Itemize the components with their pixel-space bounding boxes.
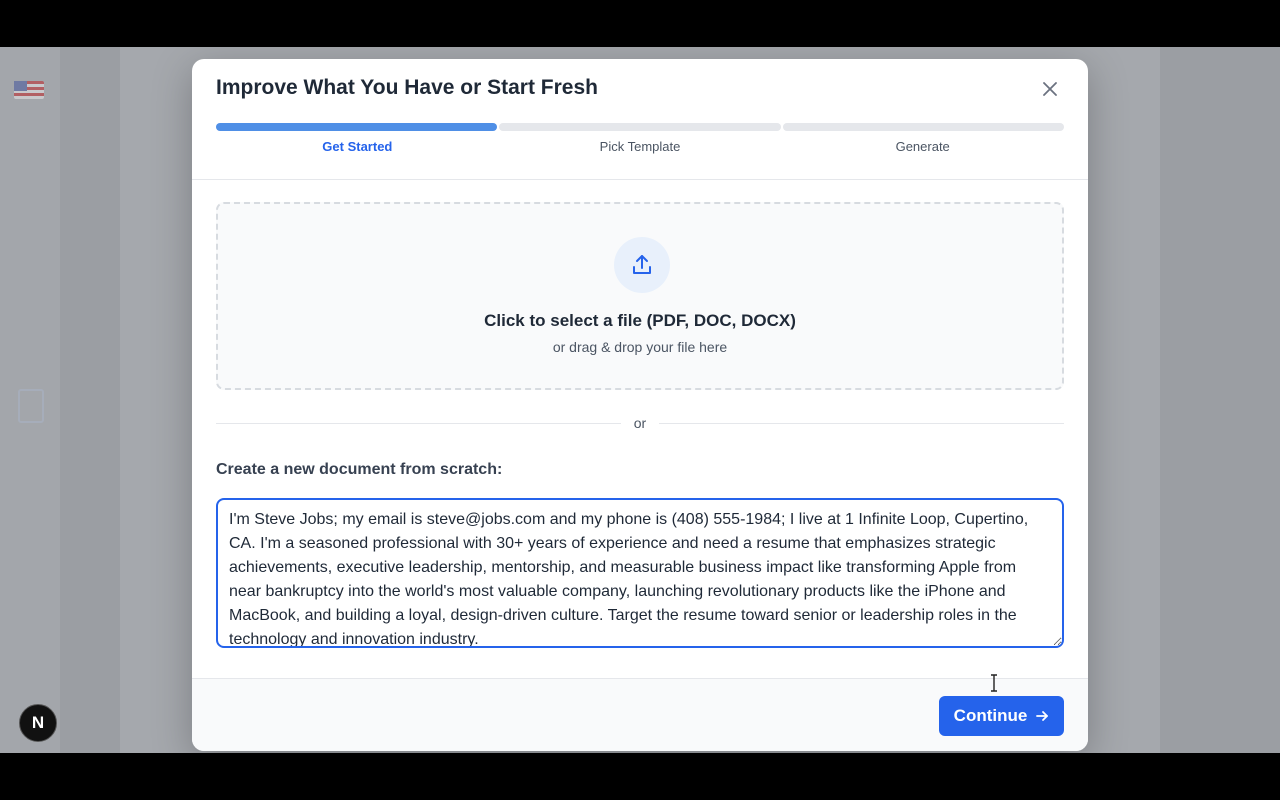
upload-icon-circle bbox=[614, 237, 670, 293]
close-button[interactable] bbox=[1040, 79, 1060, 99]
or-divider: or bbox=[216, 413, 1064, 435]
scratch-description-input[interactable]: I'm Steve Jobs; my email is steve@jobs.c… bbox=[216, 498, 1064, 648]
arrow-right-icon bbox=[1036, 711, 1049, 721]
modal-title: Improve What You Have or Start Fresh bbox=[216, 76, 598, 99]
step-generate[interactable]: Generate bbox=[781, 139, 1064, 154]
step-labels: Get Started Pick Template Generate bbox=[216, 139, 1064, 154]
us-flag-icon bbox=[14, 81, 44, 99]
file-dropzone[interactable]: Click to select a file (PDF, DOC, DOCX) … bbox=[216, 202, 1064, 390]
progress-segment-get-started bbox=[216, 123, 498, 131]
improve-or-start-modal: Improve What You Have or Start Fresh Get… bbox=[192, 59, 1088, 751]
dropzone-subtitle: or drag & drop your file here bbox=[552, 339, 728, 355]
upload-icon bbox=[633, 255, 651, 274]
close-icon bbox=[1043, 82, 1057, 96]
step-get-started[interactable]: Get Started bbox=[216, 139, 499, 154]
text-cursor-icon bbox=[991, 674, 997, 692]
scratch-label: Create a new document from scratch: bbox=[216, 461, 503, 478]
or-divider-line-right bbox=[659, 423, 1064, 424]
modal-footer: Continue bbox=[192, 678, 1088, 751]
header-divider bbox=[192, 179, 1088, 180]
continue-button[interactable]: Continue bbox=[939, 696, 1064, 736]
continue-button-label: Continue bbox=[953, 706, 1028, 725]
progress-segment-pick-template bbox=[499, 123, 781, 131]
dropzone-title: Click to select a file (PDF, DOC, DOCX) bbox=[484, 311, 796, 330]
document-icon bbox=[18, 389, 44, 423]
nextjs-badge[interactable]: N bbox=[19, 704, 57, 742]
progress-bar bbox=[216, 123, 1064, 131]
nextjs-badge-letter: N bbox=[31, 713, 45, 732]
progress-segment-generate bbox=[782, 123, 1064, 131]
step-pick-template[interactable]: Pick Template bbox=[499, 139, 782, 154]
